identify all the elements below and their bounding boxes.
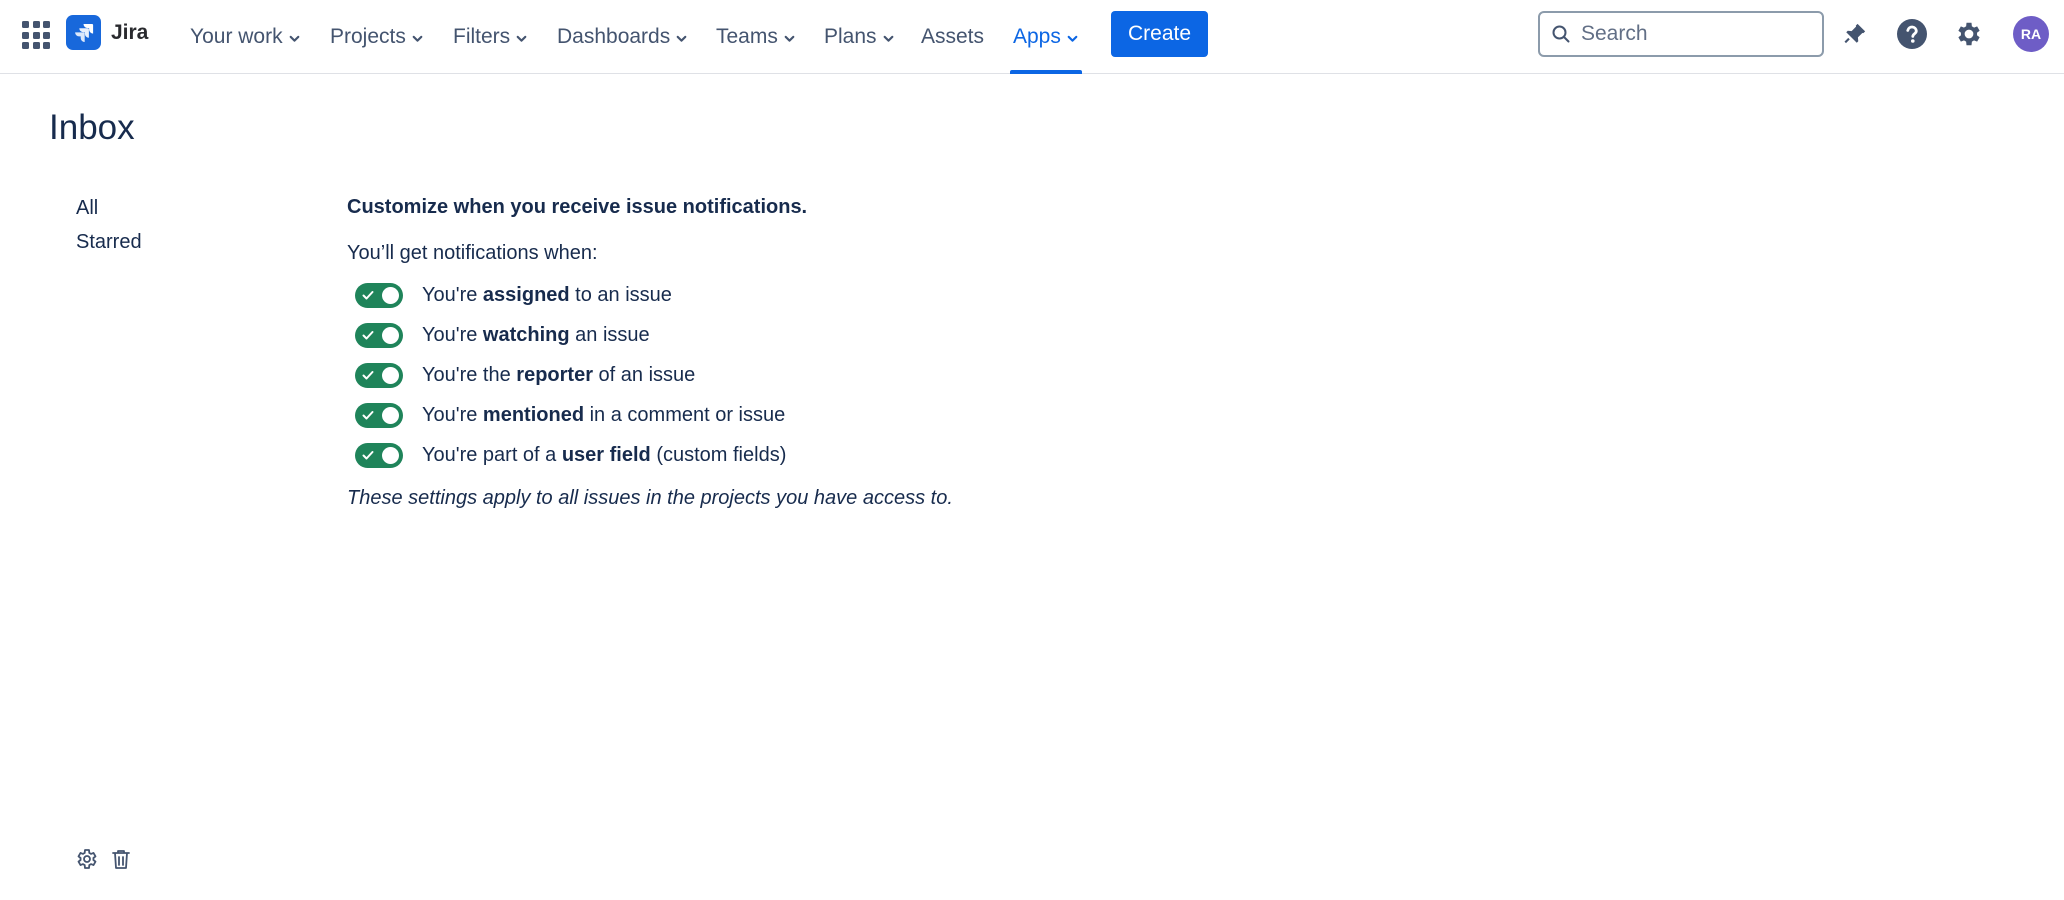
nav-label: Your work bbox=[190, 25, 283, 48]
check-icon bbox=[362, 290, 374, 299]
nav-teams[interactable]: Teams bbox=[716, 0, 796, 74]
toggle-knob bbox=[382, 406, 399, 424]
nav-filters[interactable]: Filters bbox=[453, 0, 528, 74]
toggle-knob bbox=[382, 286, 399, 304]
nav-plans[interactable]: Plans bbox=[824, 0, 895, 74]
trash-icon[interactable] bbox=[108, 846, 134, 872]
app-switcher-icon[interactable] bbox=[22, 21, 50, 49]
toggle-switch[interactable] bbox=[355, 442, 403, 468]
sidebar-item-starred[interactable]: Starred bbox=[76, 231, 142, 254]
search-icon bbox=[1552, 25, 1570, 43]
nav-label: Plans bbox=[824, 25, 877, 48]
notification-rule-list: You're assigned to an issue You're watch… bbox=[347, 275, 1247, 475]
chevron-down-icon bbox=[883, 35, 893, 42]
nav-label: Dashboards bbox=[557, 25, 671, 48]
rule-label: You're the reporter of an issue bbox=[422, 364, 695, 387]
rule-text-post: of an issue bbox=[592, 363, 696, 386]
toggle-switch[interactable] bbox=[355, 362, 403, 388]
nav-label: Teams bbox=[716, 25, 778, 48]
rule-label: You're part of a user field (custom fiel… bbox=[422, 444, 786, 467]
toggle-switch[interactable] bbox=[355, 322, 403, 348]
notification-rule-assigned: You're assigned to an issue bbox=[347, 275, 1247, 315]
jira-logo-icon bbox=[66, 15, 101, 50]
create-button[interactable]: Create bbox=[1111, 11, 1208, 57]
settings-subheading: You’ll get notifications when: bbox=[347, 242, 598, 264]
notification-settings: Customize when you receive issue notific… bbox=[347, 196, 1247, 510]
rule-text-pre: You're the bbox=[422, 363, 517, 386]
nav-projects[interactable]: Projects bbox=[330, 0, 424, 74]
rule-text-post: (custom fields) bbox=[650, 443, 787, 466]
rule-text-bold: watching bbox=[482, 323, 570, 346]
rule-label: You're assigned to an issue bbox=[422, 284, 672, 307]
chevron-down-icon bbox=[289, 35, 299, 42]
logo-text: Jira bbox=[111, 20, 149, 44]
page-title: Inbox bbox=[49, 108, 135, 147]
notification-rule-reporter: You're the reporter of an issue bbox=[347, 355, 1247, 395]
rule-text-bold: user field bbox=[561, 443, 651, 466]
nav-label: Apps bbox=[1013, 25, 1061, 48]
toggle-switch[interactable] bbox=[355, 282, 403, 308]
rule-text-pre: You're bbox=[422, 403, 483, 426]
settings-footnote: These settings apply to all issues in th… bbox=[347, 487, 953, 509]
top-navigation: Jira Your work Projects Filters Dashboar… bbox=[0, 0, 2064, 74]
check-icon bbox=[362, 330, 374, 339]
toggle-knob bbox=[382, 446, 399, 464]
nav-apps[interactable]: Apps bbox=[1010, 0, 1082, 74]
toggle-knob bbox=[382, 366, 399, 384]
rule-label: You're watching an issue bbox=[422, 324, 650, 347]
rule-text-post: an issue bbox=[569, 323, 650, 346]
nav-label: Assets bbox=[921, 25, 985, 48]
search-input[interactable] bbox=[1581, 22, 1811, 46]
chevron-down-icon bbox=[1067, 35, 1078, 42]
nav-label: Filters bbox=[453, 25, 511, 48]
nav-assets[interactable]: Assets bbox=[921, 0, 984, 74]
settings-heading: Customize when you receive issue notific… bbox=[347, 196, 808, 218]
rule-text-bold: reporter bbox=[516, 363, 593, 386]
rule-label: You're mentioned in a comment or issue bbox=[422, 404, 785, 427]
nav-your-work[interactable]: Your work bbox=[190, 0, 301, 74]
nav-label: Projects bbox=[330, 25, 406, 48]
chevron-down-icon bbox=[516, 35, 527, 42]
settings-gear-icon[interactable] bbox=[1952, 17, 1986, 51]
rule-text-bold: mentioned bbox=[482, 403, 585, 426]
toggle-switch[interactable] bbox=[355, 402, 403, 428]
rule-text-bold: assigned bbox=[482, 283, 570, 306]
rule-text-pre: You're bbox=[422, 323, 483, 346]
chevron-down-icon bbox=[784, 35, 795, 42]
nav-dashboards[interactable]: Dashboards bbox=[557, 0, 688, 74]
jira-logo[interactable]: Jira bbox=[66, 15, 148, 50]
rule-text-pre: You're bbox=[422, 283, 483, 306]
notification-rule-watching: You're watching an issue bbox=[347, 315, 1247, 355]
chevron-down-icon bbox=[412, 35, 423, 42]
check-icon bbox=[362, 370, 374, 379]
notification-rule-user-field: You're part of a user field (custom fiel… bbox=[347, 435, 1247, 475]
toggle-knob bbox=[382, 326, 399, 344]
rule-text-pre: You're part of a bbox=[422, 443, 562, 466]
sidebar-item-all[interactable]: All bbox=[76, 197, 98, 220]
help-icon[interactable] bbox=[1895, 17, 1929, 51]
rule-text-post: in a comment or issue bbox=[584, 403, 786, 426]
user-avatar[interactable]: RA bbox=[2013, 16, 2049, 52]
settings-gear-icon[interactable] bbox=[74, 846, 100, 872]
notification-bell-icon[interactable] bbox=[1838, 17, 1872, 51]
rule-text-post: to an issue bbox=[569, 283, 672, 306]
notification-rule-mentioned: You're mentioned in a comment or issue bbox=[347, 395, 1247, 435]
chevron-down-icon bbox=[676, 35, 687, 42]
check-icon bbox=[362, 410, 374, 419]
check-icon bbox=[362, 450, 374, 459]
search-box[interactable] bbox=[1538, 11, 1824, 57]
